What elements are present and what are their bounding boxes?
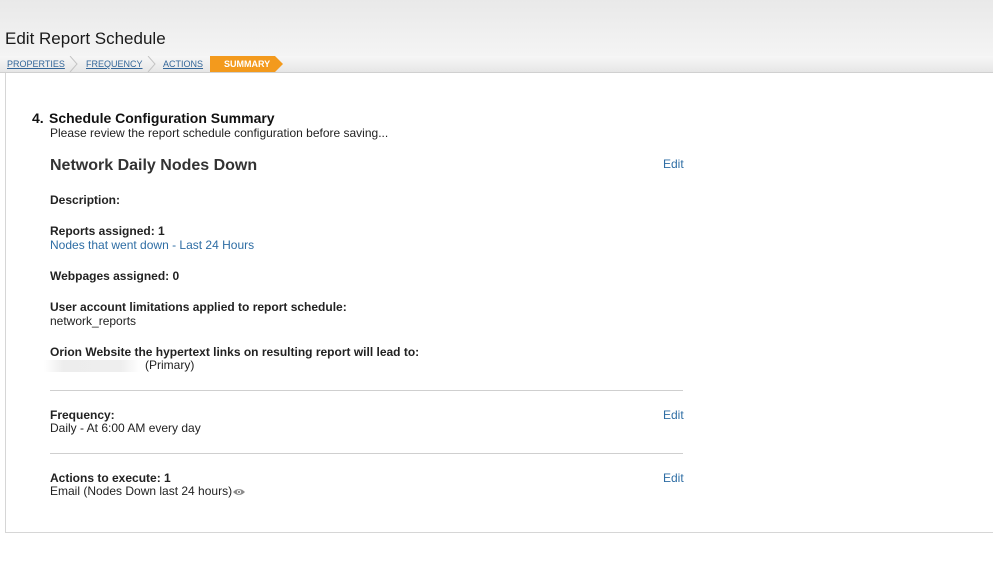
website-primary: (Primary)	[145, 358, 195, 372]
frequency-value: Daily - At 6:00 AM every day	[50, 421, 201, 435]
eye-icon[interactable]	[232, 487, 246, 497]
frequency-label: Frequency:	[50, 408, 115, 422]
limitations-value: network_reports	[50, 314, 137, 328]
step-actions[interactable]: ACTIONS	[163, 56, 203, 72]
section-title: Schedule Configuration Summary	[49, 110, 275, 126]
edit-properties-link[interactable]: Edit	[663, 157, 684, 171]
section-number: 4.	[32, 110, 44, 126]
redacted-website-name	[44, 360, 140, 372]
limitations-label: User account limitations applied to repo…	[50, 300, 347, 314]
wizard-steps: PROPERTIES FREQUENCY ACTIONS SUMMARY	[0, 56, 993, 73]
step-frequency[interactable]: FREQUENCY	[86, 56, 143, 72]
edit-actions-link[interactable]: Edit	[663, 471, 684, 485]
section-subtitle: Please review the report schedule config…	[50, 126, 389, 140]
edit-frequency-link[interactable]: Edit	[663, 408, 684, 422]
page-title: Edit Report Schedule	[5, 29, 166, 48]
step-properties[interactable]: PROPERTIES	[7, 56, 65, 72]
schedule-name: Network Daily Nodes Down	[50, 157, 258, 174]
step-separator-icon	[147, 56, 156, 72]
webpages-assigned-label: Webpages assigned: 0	[50, 269, 180, 283]
actions-value: Email (Nodes Down last 24 hours)	[50, 484, 233, 498]
step-active-arrow-icon	[275, 56, 283, 72]
actions-label: Actions to execute: 1	[50, 471, 171, 485]
step-summary-label: SUMMARY	[224, 59, 271, 69]
report-link[interactable]: Nodes that went down - Last 24 Hours	[50, 238, 254, 252]
step-separator-icon	[69, 56, 78, 72]
divider	[50, 390, 683, 391]
description-label: Description:	[50, 193, 121, 207]
website-label: Orion Website the hypertext links on res…	[50, 345, 420, 359]
reports-assigned-label: Reports assigned: 1	[50, 224, 165, 238]
divider	[50, 453, 683, 454]
